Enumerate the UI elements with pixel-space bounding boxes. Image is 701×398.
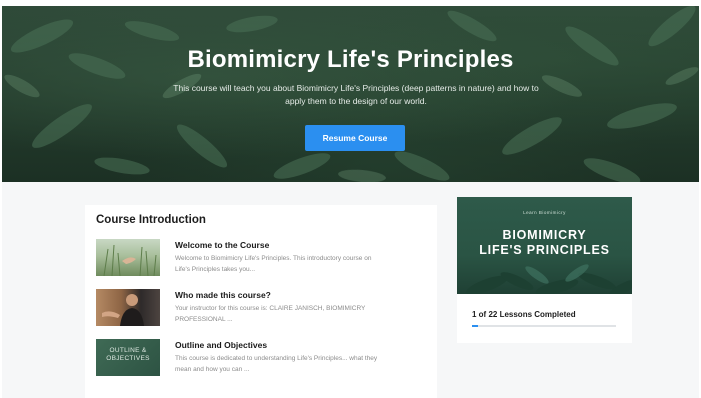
- section-heading: Course Introduction: [96, 214, 206, 226]
- lesson-item-welcome[interactable]: Welcome to the Course Welcome to Biomimi…: [96, 239, 426, 279]
- lesson-description: Your instructor for this course is: CLAI…: [175, 305, 366, 323]
- progress-bar-fill: [472, 325, 479, 327]
- course-hero-banner: Biomimicry Life's Principles This course…: [2, 6, 699, 182]
- instructor-photo: [102, 294, 144, 326]
- lesson-thumbnail: OUTLINE & OBJECTIVES: [96, 339, 160, 376]
- lesson-description: This course is dedicated to understandin…: [175, 355, 378, 373]
- course-description: This course will teach you about Biomimi…: [173, 83, 539, 106]
- lesson-item-who-made[interactable]: Who made this course? Your instructor fo…: [96, 289, 426, 329]
- course-introduction-card: Course Introduction Welcome to the Cours…: [85, 205, 437, 398]
- lesson-title: Who made this course?: [175, 290, 271, 300]
- cover-kicker: Learn Biomimicry: [523, 210, 566, 215]
- lesson-item-outline[interactable]: OUTLINE & OBJECTIVES Outline and Objecti…: [96, 339, 426, 379]
- lesson-title: Welcome to the Course: [175, 240, 270, 250]
- cover-title: BIOMIMICRY LIFE'S PRINCIPLES: [457, 228, 632, 258]
- hand-grass-image: [103, 244, 157, 276]
- cover-title-line1: BIOMIMICRY: [502, 228, 587, 242]
- course-page: Biomimicry Life's Principles This course…: [2, 6, 699, 398]
- course-cover-image[interactable]: Learn Biomimicry BIOMIMICRY LIFE'S PRINC…: [457, 197, 632, 294]
- cover-title-line2: LIFE'S PRINCIPLES: [479, 243, 610, 257]
- lesson-description: Welcome to Biomimicry Life's Principles.…: [175, 255, 372, 273]
- course-progress-card: Learn Biomimicry BIOMIMICRY LIFE'S PRINC…: [457, 197, 632, 343]
- resume-course-button[interactable]: Resume Course: [305, 125, 405, 151]
- lesson-thumbnail: [96, 239, 160, 276]
- lesson-title: Outline and Objectives: [175, 340, 268, 350]
- thumbnail-caption: OUTLINE & OBJECTIVES: [106, 347, 150, 362]
- lesson-thumbnail: [96, 289, 160, 326]
- lessons-completed-text: 1 of 22 Lessons Completed: [472, 310, 576, 319]
- course-title: Biomimicry Life's Principles: [187, 46, 514, 73]
- progress-bar: [472, 325, 616, 327]
